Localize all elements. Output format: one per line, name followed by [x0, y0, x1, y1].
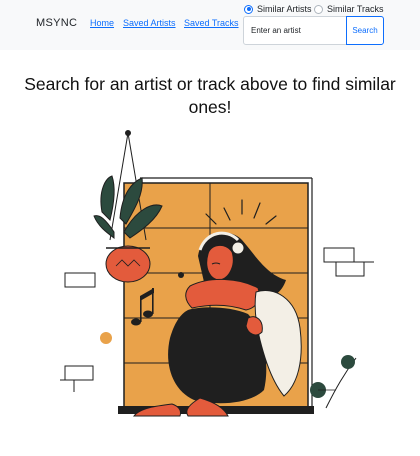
black-dot [178, 272, 184, 278]
nav-link-home[interactable]: Home [90, 18, 114, 28]
orange-dot [100, 332, 112, 344]
radio-button-unchecked-icon[interactable] [314, 4, 323, 14]
left-wall-bricks [60, 272, 96, 392]
search-input[interactable] [243, 16, 347, 45]
nav-link-saved-artists[interactable]: Saved Artists [123, 18, 176, 28]
radio-similar-tracks-label: Similar Tracks [327, 4, 384, 14]
search-button[interactable]: Search [346, 16, 384, 45]
navbar: MSYNC Home Saved Artists Saved Tracks Si… [0, 0, 420, 50]
radio-button-checked-icon[interactable] [244, 4, 253, 14]
nav-link-saved-tracks[interactable]: Saved Tracks [184, 18, 239, 28]
radio-similar-tracks[interactable]: Similar Tracks [314, 3, 384, 15]
brand-logo[interactable]: MSYNC [36, 17, 77, 29]
radio-similar-artists[interactable]: Similar Artists [244, 3, 312, 15]
woman-with-headphones-illustration [60, 130, 374, 417]
radio-similar-artists-label: Similar Artists [257, 4, 312, 14]
page-headline: Search for an artist or track above to f… [24, 74, 396, 117]
right-wall-bricks [323, 247, 374, 277]
small-plant-branch [310, 355, 357, 409]
